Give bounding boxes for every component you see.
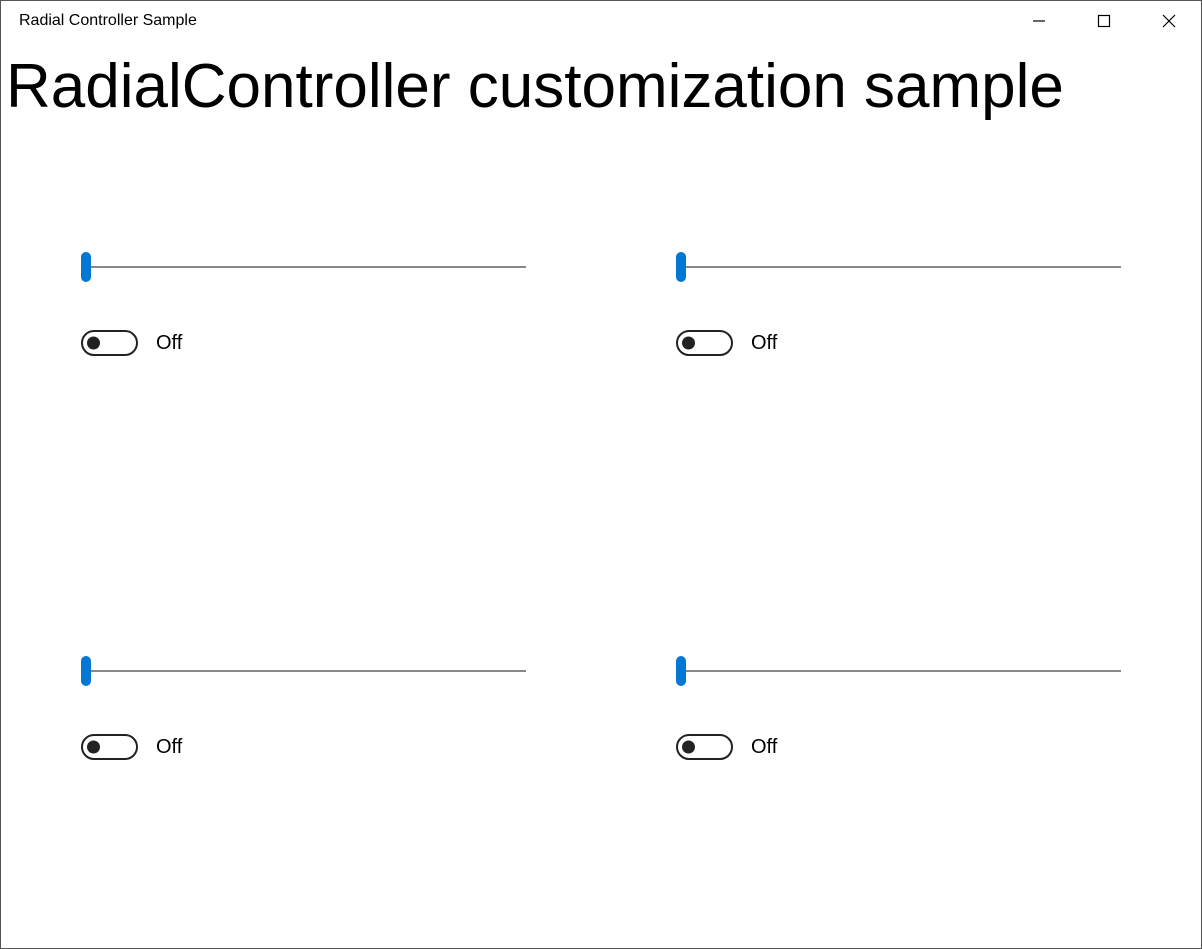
toggle-row-1: Off (676, 330, 1131, 356)
slider-thumb[interactable] (676, 656, 686, 686)
maximize-icon (1097, 14, 1111, 28)
toggle-label-1: Off (751, 332, 777, 355)
control-group-2: Off (81, 656, 536, 760)
close-button[interactable] (1136, 1, 1201, 41)
toggle-knob (87, 741, 100, 754)
close-icon (1162, 14, 1176, 28)
toggle-0[interactable] (81, 330, 138, 356)
window-title: Radial Controller Sample (19, 12, 197, 30)
toggle-knob (87, 337, 100, 350)
slider-track (676, 670, 1121, 672)
minimize-button[interactable] (1006, 1, 1071, 41)
toggle-row-2: Off (81, 734, 536, 760)
toggle-knob (682, 337, 695, 350)
toggle-label-2: Off (156, 736, 182, 759)
slider-1[interactable] (676, 252, 1121, 282)
content-grid: Off Off Off (1, 122, 1201, 800)
slider-3[interactable] (676, 656, 1121, 686)
toggle-1[interactable] (676, 330, 733, 356)
window-controls (1006, 1, 1201, 41)
toggle-label-0: Off (156, 332, 182, 355)
control-group-0: Off (81, 252, 536, 356)
toggle-row-0: Off (81, 330, 536, 356)
slider-track (81, 670, 526, 672)
titlebar: Radial Controller Sample (1, 1, 1201, 41)
control-group-3: Off (676, 656, 1131, 760)
slider-2[interactable] (81, 656, 526, 686)
toggle-2[interactable] (81, 734, 138, 760)
toggle-knob (682, 741, 695, 754)
slider-thumb[interactable] (676, 252, 686, 282)
toggle-3[interactable] (676, 734, 733, 760)
toggle-row-3: Off (676, 734, 1131, 760)
slider-track (81, 266, 526, 268)
page-title: RadialController customization sample (1, 41, 1201, 122)
slider-0[interactable] (81, 252, 526, 282)
minimize-icon (1032, 14, 1046, 28)
slider-track (676, 266, 1121, 268)
toggle-label-3: Off (751, 736, 777, 759)
slider-thumb[interactable] (81, 252, 91, 282)
control-group-1: Off (676, 252, 1131, 356)
slider-thumb[interactable] (81, 656, 91, 686)
maximize-button[interactable] (1071, 1, 1136, 41)
